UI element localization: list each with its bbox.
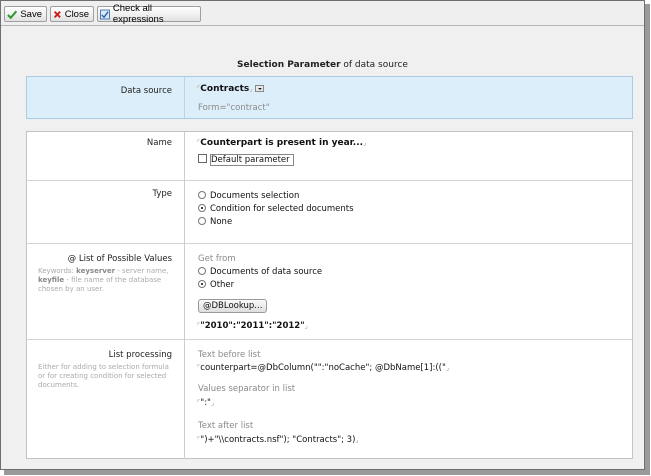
field-end-mark: ⌟ [210, 399, 215, 407]
column-divider [184, 77, 185, 118]
data-source-field[interactable]: ⌜Contracts⌟ [197, 84, 264, 94]
column-divider [184, 339, 185, 459]
data-source-value: Contracts [200, 84, 250, 94]
close-label: Close [64, 8, 89, 20]
get-from-label: Get from [198, 254, 236, 264]
field-end-mark: ⌟ [355, 436, 359, 444]
type-row: Type Documents selection Condition for s… [27, 180, 632, 244]
source-option-label: Other [210, 280, 235, 290]
check-expressions-icon [100, 9, 110, 19]
list-processing-row: List processing Either for adding to sel… [27, 339, 632, 459]
checkmark-icon [7, 10, 18, 19]
checkbox-box[interactable] [198, 154, 207, 163]
source-option-documents[interactable]: Documents of data source [198, 267, 322, 277]
name-label: Name [146, 138, 172, 148]
parameter-panel: Name ⌜Counterpart is present in year...⌟… [26, 131, 633, 459]
title-bold: Selection Parameter [237, 60, 341, 70]
text-before-label: Text before list [198, 350, 261, 360]
field-end-mark: ⌟ [363, 139, 367, 147]
window-shadow-right [645, 4, 650, 475]
text-after-field[interactable]: ⌜")+"\\contracts.nsf"); "Contracts"; 3)⌟ [197, 435, 359, 445]
editor-window: Save Close Check all expressions Selecti… [0, 0, 645, 470]
source-option-label: Documents of data source [210, 267, 323, 277]
source-option-other[interactable]: Other [198, 280, 234, 290]
radio-selected-icon[interactable] [198, 204, 206, 212]
field-end-mark: ⌟ [249, 85, 253, 93]
radio-icon[interactable] [198, 191, 206, 199]
data-source-panel: Data source ⌜Contracts⌟ Form="contract" [26, 76, 633, 119]
dropdown-icon[interactable] [254, 85, 264, 92]
text-after-label: Text after list [198, 421, 254, 431]
list-processing-hint: Either for adding to selection formula o… [38, 363, 169, 389]
radio-icon[interactable] [198, 217, 206, 225]
name-value: Counterpart is present in year... [200, 138, 364, 148]
column-divider [184, 180, 185, 243]
default-parameter-checkbox[interactable]: Default parameter [198, 154, 294, 166]
separator-field[interactable]: ⌜":"⌟ [197, 398, 214, 408]
possible-values-field[interactable]: ⌜"2010":"2011":"2012"⌟ [197, 321, 308, 331]
type-option-none[interactable]: None [198, 217, 232, 227]
close-icon [53, 10, 61, 18]
data-source-form: Form="contract" [198, 103, 270, 113]
separator-value: ":" [200, 398, 211, 408]
save-label: Save [20, 8, 42, 20]
possible-values-value: "2010":"2011":"2012" [200, 321, 305, 331]
type-option-condition[interactable]: Condition for selected documents [198, 204, 354, 214]
type-option-label: Documents selection [210, 191, 300, 201]
text-after-value: ")+"\\contracts.nsf"); "Contracts"; 3) [200, 435, 356, 445]
type-label: Type [152, 189, 172, 199]
field-end-mark: ⌟ [445, 364, 450, 372]
type-option-documents-selection[interactable]: Documents selection [198, 191, 299, 201]
column-divider [184, 132, 185, 180]
column-divider [184, 243, 185, 339]
text-before-value: counterpart=@DbColumn("":"noCache"; @DbN… [200, 363, 446, 373]
list-processing-label: List processing [108, 350, 172, 360]
check-all-label: Check all expressions [112, 3, 164, 25]
possible-values-hint: Keywords: keyserver - server name, keyfi… [38, 267, 169, 293]
data-source-label: Data source [120, 86, 172, 96]
close-button[interactable]: Close [50, 6, 94, 22]
name-field[interactable]: ⌜Counterpart is present in year...⌟ [197, 138, 366, 148]
field-end-mark: ⌟ [304, 322, 308, 330]
possible-values-row: @ List of Possible Values Keywords: keys… [27, 243, 632, 340]
page-title: Selection Parameter of data source [1, 60, 644, 70]
possible-values-label: @ List of Possible Values [67, 254, 172, 264]
save-button[interactable]: Save [4, 6, 47, 22]
dblookup-button[interactable]: @DBLookup... [198, 299, 268, 313]
check-all-expressions-button[interactable]: Check all expressions [97, 3, 201, 25]
title-rest: of data source [340, 60, 408, 70]
text-before-field[interactable]: ⌜counterpart=@DbColumn("":"noCache"; @Db… [197, 363, 449, 373]
default-parameter-label: Default parameter [210, 154, 294, 166]
toolbar: Save Close Check all expressions [1, 1, 644, 26]
window-shadow-bottom [4, 470, 650, 475]
radio-icon[interactable] [198, 267, 206, 275]
radio-selected-icon[interactable] [198, 280, 206, 288]
separator-label: Values separator in list [198, 384, 296, 394]
type-option-label: Condition for selected documents [210, 204, 354, 214]
type-option-label: None [210, 217, 233, 227]
name-row: Name ⌜Counterpart is present in year...⌟… [27, 132, 632, 181]
